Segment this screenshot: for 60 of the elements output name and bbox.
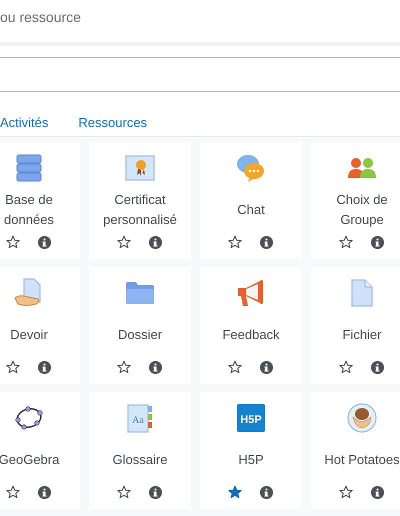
star-icon[interactable] [6, 235, 20, 249]
module-card[interactable]: Fichier [311, 267, 400, 384]
module-card[interactable]: Feedback [200, 267, 302, 384]
module-name: Glossaire [112, 450, 168, 468]
file-icon [351, 279, 373, 307]
module-card[interactable]: Choix de Groupe [311, 142, 400, 259]
info-icon[interactable] [260, 236, 273, 248]
module-card[interactable]: Dossier [89, 267, 191, 384]
module-name: H5P [237, 450, 265, 468]
module-card[interactable]: Chat [200, 142, 302, 259]
module-card[interactable]: Base de données [0, 142, 80, 259]
info-icon[interactable] [260, 360, 273, 374]
tab[interactable]: Activités [0, 114, 48, 134]
star-icon[interactable] [117, 360, 131, 374]
info-icon[interactable] [149, 236, 162, 248]
star-icon[interactable] [6, 360, 20, 374]
module-name: Fichier [341, 326, 382, 344]
info-icon[interactable] [38, 360, 51, 374]
module-name: Choix de Groupe [335, 190, 389, 229]
chat-icon [236, 153, 266, 183]
tab[interactable]: Ressources [78, 114, 148, 134]
star-icon[interactable] [339, 235, 353, 249]
megaphone-icon [236, 278, 266, 308]
star-icon[interactable] [117, 235, 131, 249]
database-icon [16, 154, 42, 182]
folder-icon [125, 281, 155, 305]
module-name: Devoir [9, 326, 49, 344]
info-icon[interactable] [371, 486, 384, 498]
certificate-icon [125, 155, 155, 181]
module-card[interactable]: Aa Glossaire [89, 392, 191, 509]
module-card[interactable]: Hot Potatoes [311, 392, 400, 509]
star-icon[interactable] [117, 485, 131, 499]
info-icon[interactable] [38, 486, 51, 498]
search-field[interactable]: ou ressource [0, 9, 300, 31]
h5p-logo: H5P [237, 404, 265, 432]
module-card[interactable]: Certificat personnalisé [89, 142, 191, 259]
module-name: Dossier [116, 326, 164, 344]
info-icon[interactable] [371, 236, 384, 248]
module-name: Feedback [221, 326, 281, 344]
info-icon[interactable] [149, 486, 162, 498]
info-icon[interactable] [38, 236, 51, 248]
module-card[interactable]: Devoir [0, 267, 80, 384]
input-field[interactable] [0, 57, 400, 92]
star-icon[interactable] [228, 235, 242, 249]
module-name: Certificat personnalisé [102, 190, 178, 229]
module-name: Base de données [3, 190, 55, 228]
module-name: Hot Potatoes [323, 450, 400, 468]
filled-star-icon[interactable] [228, 485, 242, 499]
module-name: Chat [236, 200, 266, 218]
info-icon[interactable] [149, 360, 162, 374]
star-icon[interactable] [228, 360, 242, 374]
ellipse-points-icon [15, 406, 43, 430]
module-card[interactable]: H5P H5P [200, 392, 302, 509]
info-icon[interactable] [260, 486, 273, 498]
info-icon[interactable] [371, 360, 384, 374]
star-icon[interactable] [339, 360, 353, 374]
star-icon[interactable] [339, 485, 353, 499]
star-icon[interactable] [6, 485, 20, 499]
hand-potato-icon [347, 403, 377, 433]
group-icon [347, 157, 377, 179]
